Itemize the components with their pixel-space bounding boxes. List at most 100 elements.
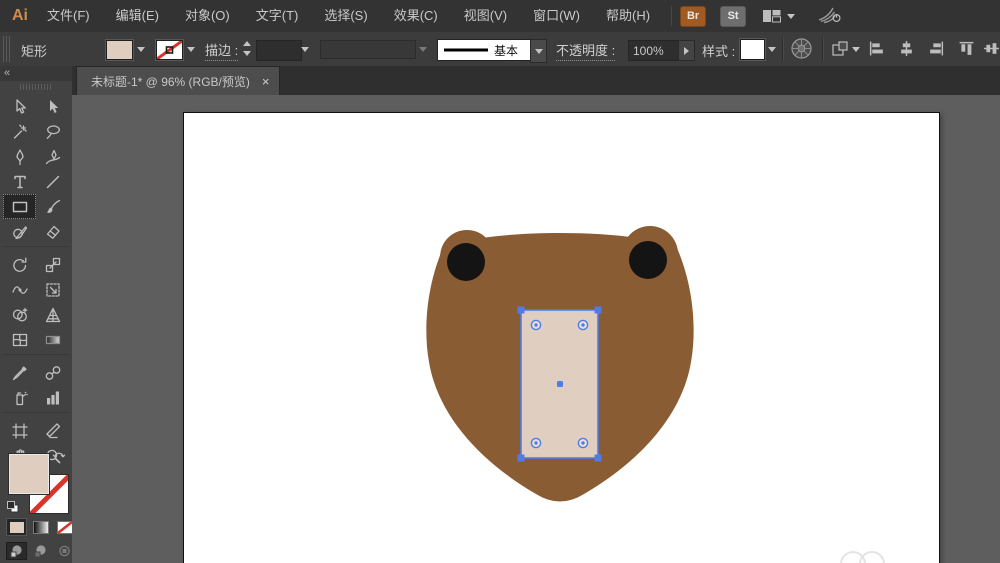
shape-builder-tool[interactable] bbox=[3, 302, 36, 327]
artboard-tool[interactable] bbox=[3, 418, 36, 443]
stroke-chevron-down-icon[interactable] bbox=[187, 47, 195, 52]
mesh-tool[interactable] bbox=[3, 327, 36, 352]
menu-help[interactable]: 帮助(H) bbox=[593, 0, 663, 32]
width-tool[interactable] bbox=[3, 277, 36, 302]
stroke-weight-down-icon[interactable] bbox=[243, 51, 251, 56]
scale-tool[interactable] bbox=[36, 252, 69, 277]
pen-tool[interactable] bbox=[3, 144, 36, 169]
menu-effect[interactable]: 效果(C) bbox=[381, 0, 451, 32]
rotate-tool[interactable] bbox=[3, 252, 36, 277]
document-tab[interactable]: 未标题-1* @ 96% (RGB/预览) × bbox=[76, 66, 281, 96]
direct-selection-tool[interactable] bbox=[36, 94, 69, 119]
symbol-sprayer-tool[interactable] bbox=[3, 385, 36, 410]
fill-color-swatch[interactable] bbox=[106, 40, 133, 60]
fill-chevron-down-icon[interactable] bbox=[137, 47, 145, 52]
free-transform-tool[interactable] bbox=[36, 277, 69, 302]
bear-right-inner-ear[interactable] bbox=[629, 241, 667, 279]
canvas-area[interactable] bbox=[72, 95, 1000, 563]
panel-grip[interactable] bbox=[3, 36, 10, 62]
perspective-grid-tool[interactable] bbox=[36, 302, 69, 327]
stroke-style-chevron-button[interactable] bbox=[530, 39, 547, 63]
separator bbox=[822, 38, 824, 60]
align-v-center-button[interactable] bbox=[983, 40, 1000, 62]
stroke-color-swatch[interactable] bbox=[156, 40, 183, 60]
fill-proxy-swatch[interactable] bbox=[8, 453, 50, 495]
selection-handle[interactable] bbox=[517, 306, 525, 314]
opacity-panel-label[interactable]: 不透明度 : bbox=[556, 40, 616, 61]
color-swatch-icon bbox=[9, 521, 24, 533]
gradient-mode-button[interactable] bbox=[30, 518, 51, 536]
document-tab-bar: 未标题-1* @ 96% (RGB/预览) × bbox=[72, 66, 1000, 96]
menu-type[interactable]: 文字(T) bbox=[243, 0, 312, 32]
stock-button[interactable]: St bbox=[720, 5, 747, 27]
center-point-handle[interactable] bbox=[557, 381, 563, 387]
line-segment-tool[interactable] bbox=[36, 169, 69, 194]
stroke-weight-chevron-icon[interactable] bbox=[301, 47, 309, 52]
eyedropper-icon bbox=[12, 365, 27, 380]
collapse-icon: « bbox=[4, 67, 11, 79]
menu-select[interactable]: 选择(S) bbox=[311, 0, 380, 32]
panel-grip[interactable] bbox=[20, 84, 52, 90]
swap-fill-stroke-button[interactable] bbox=[52, 448, 68, 467]
stroke-weight-input[interactable] bbox=[256, 40, 302, 61]
stroke-weight-up-icon[interactable] bbox=[243, 41, 251, 46]
default-fill-stroke-button[interactable] bbox=[6, 500, 20, 519]
brush-definition-select[interactable] bbox=[320, 40, 416, 59]
type-tool[interactable] bbox=[3, 169, 36, 194]
align-to-selector[interactable] bbox=[831, 40, 860, 58]
align-left-icon bbox=[869, 41, 883, 56]
bridge-button[interactable]: Br bbox=[680, 5, 707, 27]
style-chevron-icon[interactable] bbox=[768, 47, 776, 52]
menu-object[interactable]: 对象(O) bbox=[172, 0, 243, 32]
align-h-center-button[interactable] bbox=[898, 40, 915, 62]
paintbrush-tool[interactable] bbox=[36, 194, 69, 219]
selection-tool[interactable] bbox=[3, 94, 36, 119]
eraser-tool[interactable] bbox=[36, 219, 69, 244]
curvature-tool[interactable] bbox=[36, 144, 69, 169]
menu-view[interactable]: 视图(V) bbox=[451, 0, 520, 32]
recolor-artwork-button[interactable] bbox=[790, 37, 813, 65]
lasso-tool[interactable] bbox=[36, 119, 69, 144]
opacity-menu-button[interactable] bbox=[678, 40, 695, 61]
align-v-center-icon bbox=[984, 43, 999, 54]
bear-left-inner-ear[interactable] bbox=[447, 243, 485, 281]
draw-behind-button[interactable] bbox=[30, 542, 51, 560]
align-left-button[interactable] bbox=[868, 40, 885, 62]
free-transform-icon bbox=[45, 282, 60, 297]
menu-file[interactable]: 文件(F) bbox=[34, 0, 103, 32]
opacity-input[interactable] bbox=[628, 40, 680, 61]
selection-handle[interactable] bbox=[517, 454, 525, 462]
menu-edit[interactable]: 编辑(E) bbox=[103, 0, 172, 32]
tool-grid bbox=[3, 94, 69, 468]
bear-artwork[interactable] bbox=[400, 210, 720, 510]
cs-live-button[interactable] bbox=[817, 4, 841, 29]
eyedropper-tool[interactable] bbox=[3, 360, 36, 385]
gradient-tool[interactable] bbox=[36, 327, 69, 352]
selection-handle[interactable] bbox=[594, 306, 602, 314]
align-right-button[interactable] bbox=[928, 40, 945, 62]
selection-handle[interactable] bbox=[594, 454, 602, 462]
magic-wand-tool[interactable] bbox=[3, 119, 36, 144]
close-tab-icon[interactable]: × bbox=[262, 74, 270, 89]
column-graph-tool[interactable] bbox=[36, 385, 69, 410]
style-panel-label: 样式 : bbox=[702, 44, 736, 59]
none-fill-icon bbox=[157, 41, 182, 59]
menu-window[interactable]: 窗口(W) bbox=[520, 0, 593, 32]
selection-overlay bbox=[517, 306, 602, 462]
stroke-panel-label[interactable]: 描边 : bbox=[205, 40, 239, 61]
shaper-tool[interactable] bbox=[3, 219, 36, 244]
draw-normal-button[interactable] bbox=[6, 542, 27, 560]
blend-tool[interactable] bbox=[36, 360, 69, 385]
workspace-switcher[interactable] bbox=[762, 8, 796, 24]
none-swatch-icon bbox=[56, 520, 73, 534]
panel-collapse-button[interactable]: « bbox=[0, 66, 72, 81]
color-mode-button[interactable] bbox=[6, 518, 27, 536]
slice-tool[interactable] bbox=[36, 418, 69, 443]
align-right-icon bbox=[930, 41, 944, 56]
control-bar: 矩形 描边 : 基本 不透明度 : 100% 样式: bbox=[0, 32, 1000, 67]
stroke-style-select[interactable]: 基本 bbox=[437, 39, 531, 61]
align-top-button[interactable] bbox=[958, 40, 975, 62]
style-swatch[interactable] bbox=[740, 39, 765, 60]
rectangle-tool[interactable] bbox=[3, 194, 36, 219]
shaper-icon bbox=[12, 225, 27, 239]
